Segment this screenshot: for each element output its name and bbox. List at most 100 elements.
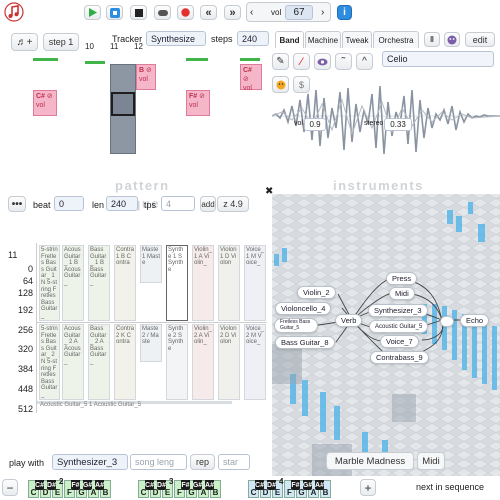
pattern-block[interactable]: Bass Guitar_ 1 B Bass Guitar_	[88, 245, 110, 321]
machine-node-echo[interactable]: Echo	[460, 314, 490, 327]
machine-node-voice[interactable]: Voice_7	[380, 335, 419, 348]
machine-node-synth[interactable]: Synthesizer_3	[368, 304, 428, 317]
pattern-block[interactable]: Acous Guitar_ 2 A Acous Guitar_	[62, 324, 84, 400]
waveform-vol-value[interactable]: 0.9	[304, 118, 326, 131]
note-block[interactable]: C# ⊘ vol	[33, 90, 57, 116]
machine-node-violin[interactable]: Violin_2	[297, 286, 336, 299]
zoom-button[interactable]: z 4.9	[217, 196, 249, 212]
play-with-field[interactable]: Synthesizer_3	[52, 454, 128, 470]
waveform-stereo-value[interactable]: 0.33	[384, 118, 412, 131]
pattern-block[interactable]: Acous Guitar_ 1 B Acous Guitar_	[62, 245, 84, 321]
note-block[interactable]: F# ⊘ vol	[186, 90, 210, 116]
note-block[interactable]: B ⊘ vol	[136, 64, 156, 90]
tab-orchestra[interactable]: Orchestra	[373, 31, 419, 48]
piano-key-f-sharp[interactable]: F#	[181, 480, 190, 490]
machine-node-violoncello[interactable]: Violoncello_4	[275, 302, 332, 315]
panel-pause-button[interactable]: ‖	[424, 32, 440, 47]
pattern-block[interactable]: 5-strin Fretles Bass Guitar_ 1 N 5-strin…	[39, 245, 60, 321]
tab-band[interactable]: Band	[275, 31, 304, 48]
pattern-block[interactable]: Synthe 2 S Synthe	[166, 324, 188, 400]
pattern-block[interactable]: Voice_ 1 M Voice_	[244, 245, 266, 321]
play-button[interactable]	[84, 5, 101, 20]
volume-increase-icon[interactable]: ›	[321, 7, 324, 18]
octave-2: C D E F G A B C# D# 2 F# G# A#	[28, 477, 138, 498]
pattern-block[interactable]: Maste 2 / Maste	[140, 324, 162, 362]
pattern-block[interactable]: Contra 1 B Contra	[114, 245, 136, 321]
rewind-button[interactable]: «	[200, 5, 217, 20]
piano-key-g-sharp[interactable]: G#	[303, 480, 312, 490]
piano-key-g-sharp[interactable]: G#	[83, 480, 92, 490]
midi-button[interactable]: Midi	[417, 452, 445, 470]
pattern-block[interactable]: 5-strin Fretles Bass Guitar_ 2 N 5-strin…	[39, 324, 60, 400]
pause-button[interactable]	[154, 5, 171, 20]
machine-node-midi[interactable]: Midi	[389, 287, 415, 300]
pattern-block[interactable]: Maste 1 Maste	[140, 245, 162, 283]
volume-value[interactable]: 67	[285, 5, 313, 20]
machine-node-press[interactable]: Press	[386, 272, 418, 285]
machine-node-echo-port[interactable]	[440, 316, 454, 327]
piano-key-d-sharp[interactable]: D#	[47, 480, 56, 490]
piano-key-a-sharp[interactable]: A#	[205, 480, 214, 490]
machine-node-contrabass[interactable]: Contrabass_9	[370, 351, 429, 364]
volume-decrease-icon[interactable]: ‹	[250, 7, 253, 18]
step-button[interactable]: step 1	[43, 33, 79, 51]
stop-button[interactable]	[130, 5, 147, 20]
song-select-button[interactable]: Marble Madness	[326, 452, 414, 470]
tab-machine[interactable]: Machine	[305, 31, 341, 48]
info-button[interactable]: i	[337, 5, 352, 20]
tps-field[interactable]: 4	[161, 196, 195, 211]
piano-key-g-sharp[interactable]: G#	[193, 480, 202, 490]
edit-button[interactable]: edit	[465, 32, 495, 47]
machine-node-acoustic[interactable]: Acoustic Guitar_5	[369, 320, 429, 333]
steps-field[interactable]: 240	[237, 31, 269, 46]
piano-key-c-sharp[interactable]: C#	[145, 480, 154, 490]
waveform-display: vol 0.9 stereo 0.33	[271, 80, 500, 175]
piano-key-d-sharp[interactable]: D#	[157, 480, 166, 490]
pattern-block[interactable]: Violin_ 2 A Violin_	[192, 324, 214, 400]
tool-ink-icon[interactable]: ✎	[272, 53, 289, 70]
pattern-block[interactable]: Bass Guitar_ 2 A Bass Guitar_	[88, 324, 110, 400]
piano-key-a-sharp[interactable]: A#	[95, 480, 104, 490]
piano-key-f-sharp[interactable]: F#	[291, 480, 300, 490]
record-button[interactable]	[177, 5, 194, 20]
pattern-block[interactable]: Contra 2 K Contra	[114, 324, 136, 400]
loop-button[interactable]	[106, 5, 123, 20]
panel-face-button[interactable]	[444, 32, 460, 47]
piano-key-d-sharp[interactable]: D#	[267, 480, 276, 490]
tool-eye-icon[interactable]	[314, 53, 331, 70]
pattern-block-selected[interactable]: Synthe 1 S Synthe	[166, 245, 188, 321]
rep-button[interactable]: rep	[190, 454, 215, 470]
tracker-instrument-field[interactable]: Synthesize	[146, 31, 206, 46]
steps-label: steps	[211, 34, 233, 44]
piano-key-f-sharp[interactable]: F#	[71, 480, 80, 490]
machine-node-fretless[interactable]: Fretless Bass Guitar_5	[274, 318, 318, 333]
note-block[interactable]: C# ⊘ vol	[240, 64, 262, 92]
instrument-menu-button[interactable]: ♬+	[11, 33, 38, 51]
machine-node-verb[interactable]: Verb	[335, 314, 363, 327]
octave-4: C D E F G A B C# D# 4 F# G# A#	[248, 477, 358, 498]
tool-brush-icon[interactable]: ⁄	[293, 53, 310, 70]
beat-field[interactable]: 0	[54, 196, 84, 211]
tool-caret-icon[interactable]: ^	[356, 53, 373, 70]
playhead-cursor[interactable]	[111, 92, 135, 116]
machines-canvas[interactable]: Press Midi Violin_2 Synthesizer_3 Violon…	[272, 194, 500, 476]
pattern-block[interactable]: Violon 2 D Violon	[218, 324, 240, 400]
tab-tweak[interactable]: Tweak	[342, 31, 372, 48]
add-button[interactable]: add	[200, 196, 216, 212]
pattern-block[interactable]: Voice_ 2 M Voice_	[244, 324, 266, 400]
pattern-block[interactable]: Violin_ 1 A Violin_	[192, 245, 214, 321]
song-length-field[interactable]: song leng	[130, 454, 187, 470]
octave-up-button[interactable]: +	[360, 479, 376, 496]
len-field[interactable]: 240	[106, 196, 138, 211]
pattern-block[interactable]: Violon 1 D Violon	[218, 245, 240, 321]
piano-key-a-sharp[interactable]: A#	[315, 480, 324, 490]
fast-forward-button[interactable]: »	[224, 5, 241, 20]
instrument-name-field[interactable]: Celio	[382, 51, 494, 67]
tool-minus-icon[interactable]: ˜	[335, 53, 352, 70]
piano-key-c-sharp[interactable]: C#	[255, 480, 264, 490]
piano-key-c-sharp[interactable]: C#	[35, 480, 44, 490]
machine-node-bass[interactable]: Bass Guitar_8	[275, 336, 335, 349]
more-options-button[interactable]: •••	[8, 196, 26, 212]
start-field[interactable]: star	[218, 454, 250, 470]
octave-down-button[interactable]: −	[2, 479, 18, 496]
